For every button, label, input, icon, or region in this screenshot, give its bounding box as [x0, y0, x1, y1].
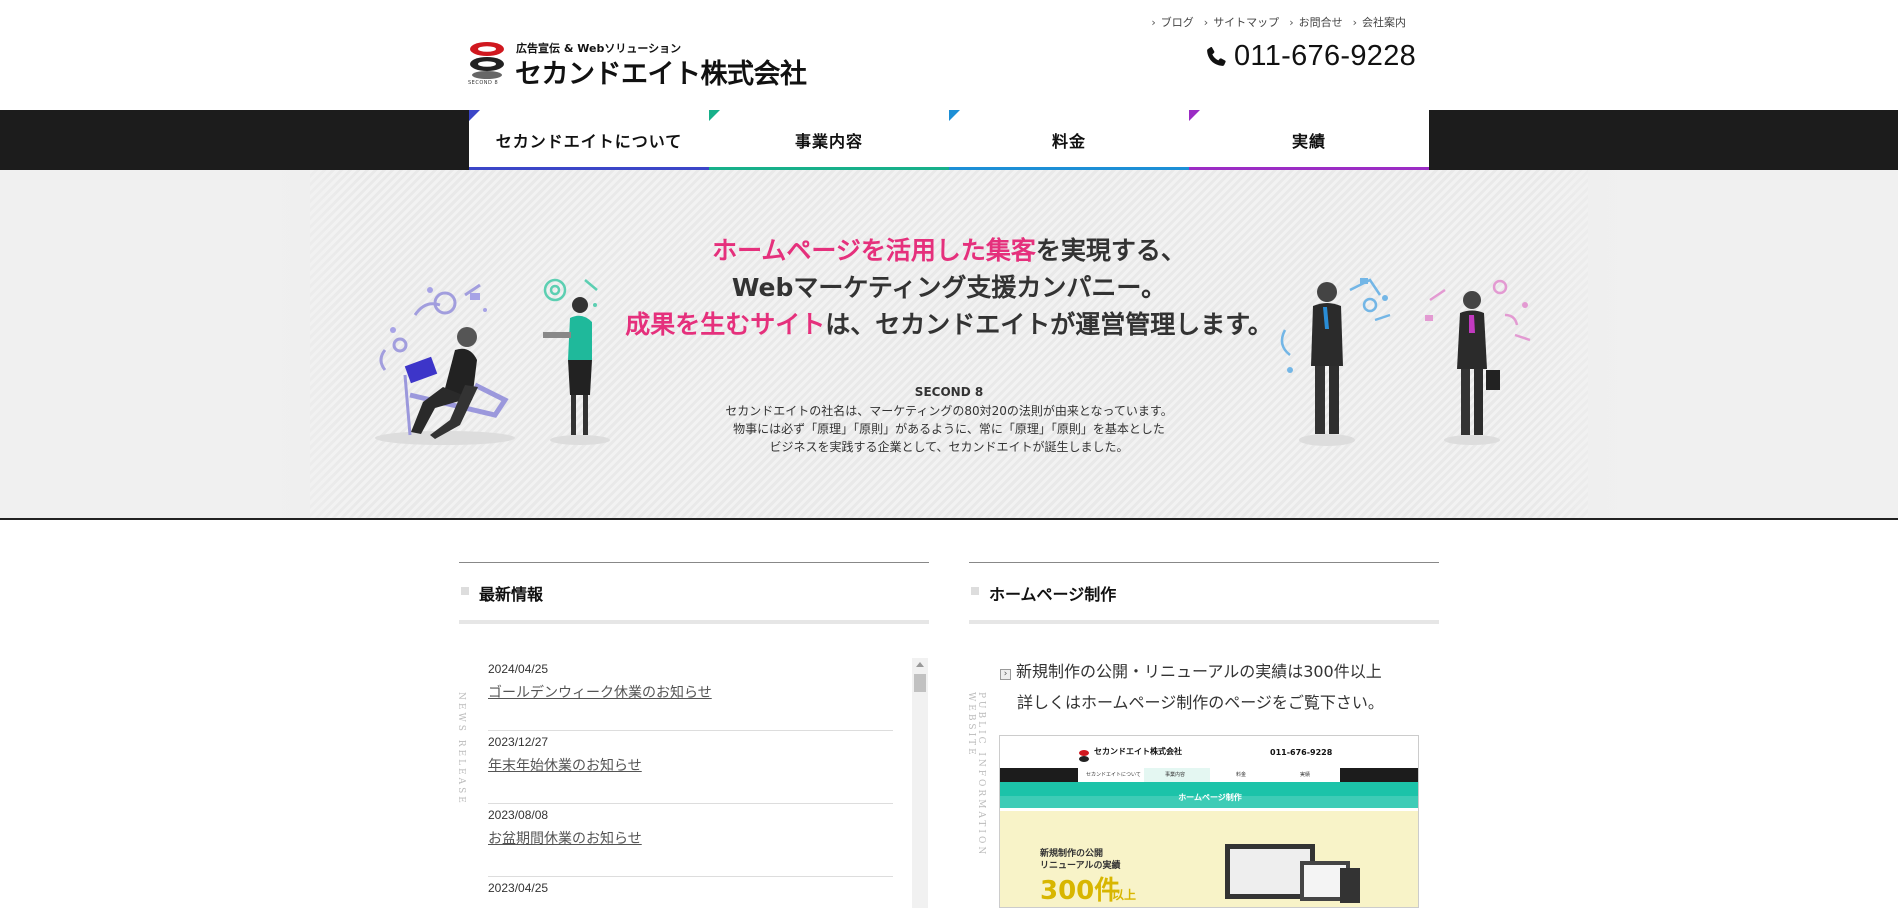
list-item: 2023/12/27 年末年始休業のお知らせ	[488, 731, 893, 804]
phone-icon	[1207, 46, 1226, 66]
news-date: 2024/04/25	[488, 662, 549, 676]
hero-description-line: 物事には必ず「原理」「原則」があるように、常に「原理」「原則」を基本とした	[733, 422, 1165, 436]
hero-description-line: セカンドエイトの社名は、マーケティングの80対20の法則が由来となっています。	[725, 404, 1173, 418]
nav-item-services[interactable]: 事業内容	[709, 110, 949, 170]
header-phone[interactable]: 011-676-9228	[1204, 40, 1416, 73]
nav-corner-decoration	[709, 110, 720, 121]
hero-section: ホームページを活用した集客を実現する、 Webマーケティング支援カンパニー。 成…	[0, 170, 1898, 520]
nav-item-label: 事業内容	[794, 132, 863, 151]
news-date: 2023/12/27	[488, 735, 549, 749]
hero-highlight: ホームページを活用した集客	[712, 236, 1036, 265]
hero-description: セカンドエイトの社名は、マーケティングの80対20の法則が由来となっています。 …	[0, 402, 1898, 456]
thumb-nav-item: 料金	[1236, 772, 1247, 778]
news-date: 2023/04/25	[488, 881, 549, 895]
scrollbar-thumb[interactable]	[914, 674, 926, 692]
news-list[interactable]: 2024/04/25 ゴールデンウィーク休業のお知らせ 2023/12/27 年…	[488, 658, 893, 908]
news-link[interactable]: 年末年始休業のお知らせ	[488, 755, 642, 775]
homepage-description-line1: › 新規制作の公開・リニューアルの実績は300件以上	[1000, 656, 1384, 687]
nav-corner-decoration	[1189, 110, 1200, 121]
homepage-section-title: ホームページ制作	[989, 585, 1117, 604]
hero-highlight: 成果を生むサイト	[625, 310, 826, 339]
news-vertical-label: NEWS RELEASE	[456, 692, 466, 806]
homepage-description-line2: 詳しくはホームページ制作のページをご覧下さい。	[1017, 693, 1384, 712]
homepage-section-header: ホームページ制作	[969, 562, 1439, 624]
square-bullet-icon	[461, 587, 469, 595]
util-link-company[interactable]: 会社案内	[1353, 14, 1406, 30]
list-item: 2023/04/25	[488, 877, 893, 908]
global-nav: セカンドエイトについて 事業内容 料金 実績	[469, 110, 1429, 170]
util-link-blog[interactable]: ブログ	[1151, 14, 1194, 30]
square-bullet-icon	[971, 587, 979, 595]
thumb-logo-text: セカンドエイト株式会社	[1094, 747, 1182, 756]
list-item: 2024/04/25 ゴールデンウィーク休業のお知らせ	[488, 658, 893, 731]
hero-text: を実現する、	[1035, 236, 1186, 265]
hero-headline-line3: 成果を生むサイトは、セカンドエイトが運営管理します。	[0, 306, 1898, 343]
hero-headline: ホームページを活用した集客を実現する、 Webマーケティング支援カンパニー。 成…	[0, 232, 1898, 343]
thumb-count: 300件	[1040, 876, 1121, 906]
thumb-count-suffix: 以上	[1112, 888, 1137, 902]
hero-headline-line2: Webマーケティング支援カンパニー。	[731, 273, 1167, 302]
news-date: 2023/08/08	[488, 808, 549, 822]
thumb-nav-item: セカンドエイトについて	[1086, 772, 1141, 778]
nav-item-works[interactable]: 実績	[1189, 110, 1429, 170]
site-header: 広告宣伝 & Webソリューション セカンドエイト株式会社 SECOND 8 ブ…	[0, 0, 1898, 110]
util-link-sitemap[interactable]: サイトマップ	[1204, 14, 1279, 30]
utility-nav: ブログ サイトマップ お問合せ 会社案内	[1151, 14, 1406, 30]
site-logo[interactable]: 広告宣伝 & Webソリューション セカンドエイト株式会社 SECOND 8	[468, 38, 807, 90]
thumb-nav-item: 事業内容	[1165, 772, 1186, 778]
hero-sub-title: SECOND 8	[914, 385, 984, 399]
hero-headline-line1: ホームページを活用した集客を実現する、	[0, 232, 1898, 269]
news-link[interactable]: ゴールデンウィーク休業のお知らせ	[488, 682, 712, 702]
thumb-phone-text: 011-676-9228	[1270, 748, 1333, 757]
logo-company-name: セカンドエイト株式会社	[515, 59, 807, 90]
nav-corner-decoration	[949, 110, 960, 121]
homepage-text: 新規制作の公開・リニューアルの実績は300件以上	[1016, 662, 1382, 681]
homepage-screenshot-link[interactable]: セカンドエイト株式会社 011-676-9228 セカンドエイトについて 事業内…	[999, 735, 1419, 908]
hero-fade-left	[0, 170, 360, 518]
hero-description-line: ビジネスを実践する企業として、セカンドエイトが誕生しました。	[769, 440, 1129, 454]
homepage-vertical-label: PUBLIC INFORMATION WEBSITE	[966, 692, 986, 858]
thumb-nav-item: 実績	[1300, 772, 1311, 778]
news-section-title: 最新情報	[479, 585, 544, 604]
scroll-up-arrow-icon[interactable]	[916, 662, 924, 667]
homepage-description: › 新規制作の公開・リニューアルの実績は300件以上 詳しくはホームページ制作のペ…	[1000, 656, 1384, 718]
nav-item-label: 実績	[1291, 132, 1326, 151]
hero-fade-right	[1538, 170, 1898, 518]
nav-corner-decoration	[469, 110, 480, 121]
nav-item-about[interactable]: セカンドエイトについて	[469, 110, 709, 170]
thumb-banner-title: ホームページ制作	[1178, 793, 1242, 802]
logo-mark-icon	[470, 42, 504, 79]
nav-item-label: セカンドエイトについて	[495, 132, 683, 151]
nav-item-label: 料金	[1051, 132, 1086, 151]
news-link[interactable]: お盆期間休業のお知らせ	[488, 828, 642, 848]
arrow-right-icon: ›	[1000, 669, 1011, 680]
logo-small-text: SECOND 8	[468, 80, 499, 86]
nav-item-pricing[interactable]: 料金	[949, 110, 1189, 170]
hero-text: は、セカンドエイトが運営管理します。	[825, 310, 1273, 339]
util-link-contact[interactable]: お問合せ	[1289, 14, 1343, 30]
list-item: 2023/08/08 お盆期間休業のお知らせ	[488, 804, 893, 877]
news-scrollbar[interactable]	[912, 658, 928, 908]
phone-number: 011-676-9228	[1234, 40, 1417, 72]
news-section-header: 最新情報	[459, 562, 929, 624]
